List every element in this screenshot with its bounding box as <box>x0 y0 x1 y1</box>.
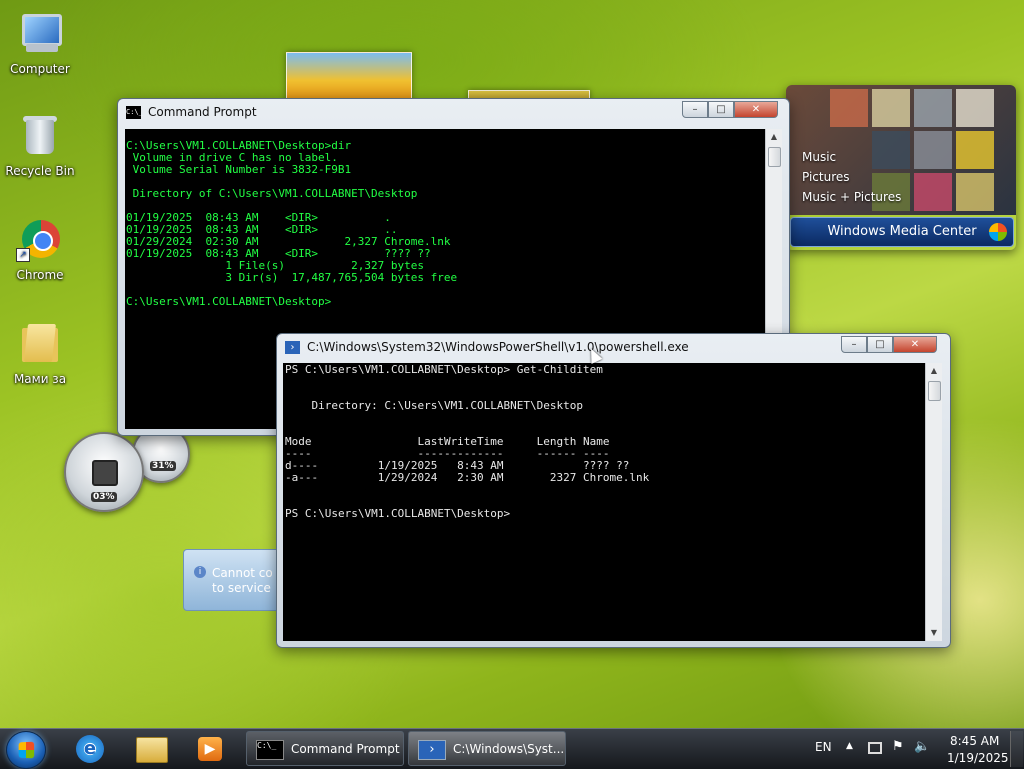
menu-item-music-pictures[interactable]: Music + Pictures <box>802 187 901 207</box>
slideshow-thumbnail <box>286 52 412 104</box>
console-line: Volume Serial Number is 3832-F9B1 <box>126 163 352 176</box>
close-button[interactable]: ✕ <box>893 336 937 353</box>
cmd-icon: C:\_ <box>126 106 143 119</box>
folder-icon <box>16 320 64 368</box>
desktop-icon-label: Мами за <box>13 372 67 386</box>
taskbar: e ▶ C:\_ Command Prompt › C:\Windows\Sys… <box>0 728 1024 769</box>
minimize-button[interactable]: – <box>682 101 708 118</box>
desktop-icon-computer[interactable]: Computer <box>0 10 80 76</box>
computer-icon <box>16 10 64 58</box>
desktop-icon-folder[interactable]: Мами за <box>0 320 80 386</box>
scroll-thumb[interactable] <box>768 147 781 167</box>
media-menu: Music Pictures Music + Pictures <box>802 147 901 207</box>
windows-logo-icon <box>989 223 1007 241</box>
windows-flag-icon <box>18 741 35 759</box>
powershell-window[interactable]: › C:\Windows\System32\WindowsPowerShell\… <box>276 333 951 648</box>
window-title: C:\Windows\System32\WindowsPowerShell\v1… <box>307 340 689 354</box>
scroll-down-arrow-icon[interactable]: ▼ <box>926 625 942 641</box>
taskbar-button-command-prompt[interactable]: C:\_ Command Prompt <box>246 731 404 766</box>
maximize-button[interactable]: □ <box>867 336 893 353</box>
console-line: -a--- 1/29/2024 2:30 AM 2327 Chrome.lnk <box>285 471 650 484</box>
quicklaunch-explorer[interactable] <box>130 733 170 765</box>
volume-icon[interactable]: 🔈 <box>914 739 930 754</box>
console-line: Directory: C:\Users\VM1.COLLABNET\Deskto… <box>285 399 584 412</box>
gauge-needle-icon <box>92 460 118 486</box>
info-icon: i <box>194 566 206 578</box>
console-line: 3 Dir(s) 17,487,765,504 bytes free <box>126 271 458 284</box>
maximize-button[interactable]: □ <box>708 101 734 118</box>
cpu-gauge: 03% <box>64 432 144 512</box>
notification-text-1: Cannot co <box>212 566 273 580</box>
recycle-bin-icon <box>16 112 64 160</box>
titlebar[interactable]: C:\_ Command Prompt – □ ✕ <box>118 99 789 127</box>
desktop-icon-label: Recycle Bin <box>5 164 75 178</box>
clock-time[interactable]: 8:45 AM <box>950 734 999 748</box>
show-hidden-icons-icon[interactable]: ▲ <box>846 741 853 751</box>
console-line: PS C:\Users\VM1.COLLABNET\Desktop> Get-C… <box>285 363 603 376</box>
desktop-icon-label: Computer <box>10 62 70 76</box>
powershell-icon: › <box>285 341 300 354</box>
show-desktop-button[interactable] <box>1010 731 1023 767</box>
scroll-up-arrow-icon[interactable]: ▲ <box>766 129 782 145</box>
cpu-percent: 03% <box>91 492 117 502</box>
quicklaunch-media-player[interactable]: ▶ <box>190 733 230 765</box>
console-line: PS C:\Users\VM1.COLLABNET\Desktop> <box>285 507 511 520</box>
quicklaunch-ie[interactable]: e <box>70 733 110 765</box>
minimize-button[interactable]: – <box>841 336 867 353</box>
chrome-icon: ↗ <box>16 216 64 264</box>
system-tray: EN ▲ ⚑ 🔈 8:45 AM 1/19/2025 <box>800 729 1024 769</box>
powershell-icon: › <box>418 740 446 760</box>
caption-buttons: – □ ✕ <box>841 336 937 353</box>
start-button[interactable] <box>6 731 46 769</box>
notification-balloon[interactable]: i Cannot co to service <box>183 549 285 611</box>
internet-explorer-icon: e <box>76 735 104 763</box>
menu-item-music[interactable]: Music <box>802 147 901 167</box>
window-title: Command Prompt <box>148 105 257 119</box>
desktop-icon-label: Chrome <box>16 268 64 282</box>
language-indicator[interactable]: EN <box>815 740 832 754</box>
media-center-gadget[interactable]: Music Pictures Music + Pictures Windows … <box>786 85 1016 250</box>
desktop-icon-recycle-bin[interactable]: Recycle Bin <box>0 112 80 178</box>
media-center-brand[interactable]: Windows Media Center <box>790 217 1014 247</box>
console-line: Directory of C:\Users\VM1.COLLABNET\Desk… <box>126 187 418 200</box>
network-icon[interactable] <box>868 742 882 754</box>
file-explorer-icon <box>136 737 168 763</box>
clock-date[interactable]: 1/19/2025 <box>947 751 1009 765</box>
memory-percent: 31% <box>150 461 176 471</box>
titlebar[interactable]: › C:\Windows\System32\WindowsPowerShell\… <box>277 334 950 362</box>
media-player-icon: ▶ <box>198 737 222 761</box>
scroll-up-arrow-icon[interactable]: ▲ <box>926 363 942 379</box>
console-line: C:\Users\VM1.COLLABNET\Desktop> <box>126 295 332 308</box>
caption-buttons: – □ ✕ <box>682 101 778 118</box>
powershell-console[interactable]: PS C:\Users\VM1.COLLABNET\Desktop> Get-C… <box>283 363 925 641</box>
taskbar-button-label: Command Prompt <box>291 742 400 756</box>
desktop-icon-chrome[interactable]: ↗ Chrome <box>0 216 80 282</box>
cmd-icon: C:\_ <box>256 740 284 760</box>
scroll-thumb[interactable] <box>928 381 941 401</box>
vertical-scrollbar[interactable]: ▲ ▼ <box>925 363 942 641</box>
taskbar-button-label: C:\Windows\Syst... <box>453 742 565 756</box>
media-center-label: Windows Media Center <box>827 224 977 239</box>
close-button[interactable]: ✕ <box>734 101 778 118</box>
notification-text-2: to service <box>212 581 271 595</box>
menu-item-pictures[interactable]: Pictures <box>802 167 901 187</box>
action-center-flag-icon[interactable]: ⚑ <box>892 739 904 754</box>
taskbar-button-powershell[interactable]: › C:\Windows\Syst... <box>408 731 566 766</box>
